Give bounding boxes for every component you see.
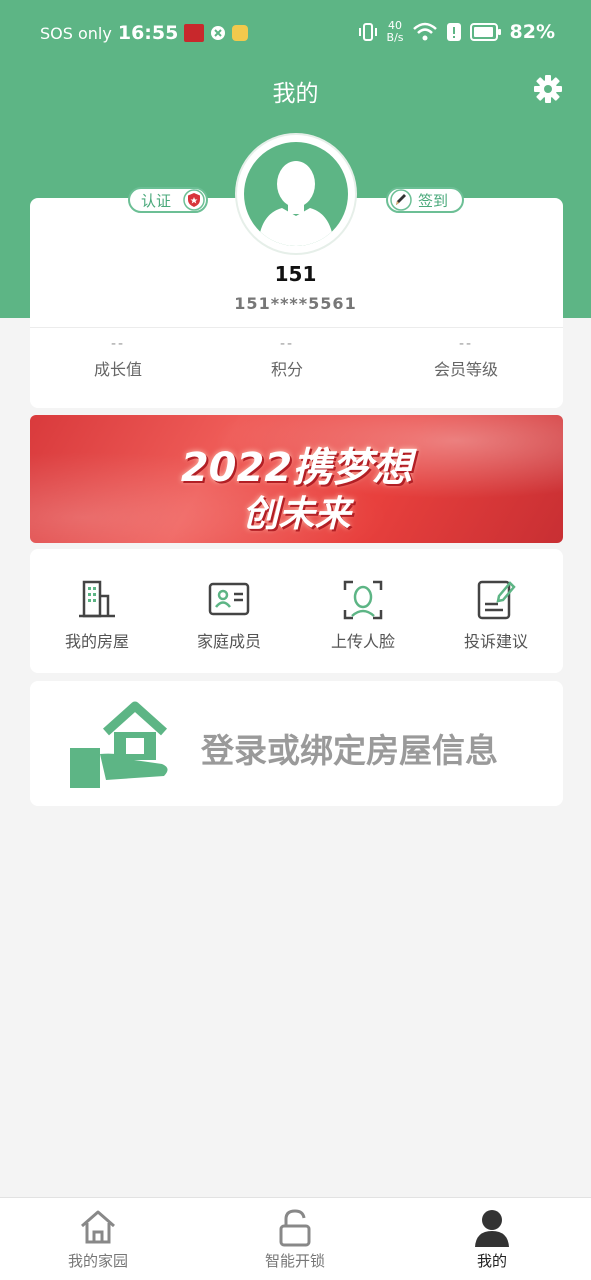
network-speed-unit: B/s (386, 31, 404, 44)
quick-label: 我的房屋 (64, 632, 129, 651)
stat-value: -- (279, 336, 295, 352)
stat-label: 会员等级 (433, 360, 498, 379)
bind-house-text: 登录或绑定房屋信息 (201, 731, 498, 770)
face-scan-icon (343, 580, 383, 620)
stat-value: -- (110, 336, 126, 352)
upload-face-button[interactable]: 上传人脸 (298, 578, 428, 652)
page-title: 我的 (272, 81, 319, 107)
avatar[interactable] (237, 135, 355, 253)
house-in-hand-icon (70, 701, 168, 788)
stat-label: 成长值 (93, 360, 142, 379)
banner-subheadline: 创未来 (242, 494, 351, 535)
quick-label: 家庭成员 (196, 632, 261, 651)
clock: 16:55 (117, 22, 179, 44)
carrier-text: SOS only (40, 23, 112, 43)
complaint-suggestion-button[interactable]: 投诉建议 (431, 578, 561, 652)
tab-label: 我的 (476, 1252, 507, 1270)
home-icon (81, 1210, 115, 1244)
family-members-button[interactable]: 家庭成员 (164, 578, 294, 652)
vibrate-icon (358, 23, 377, 41)
status-bar: SOS only 16:55 40 B/s 82% (0, 0, 591, 66)
tab-label: 智能开锁 (264, 1252, 325, 1270)
building-icon (79, 580, 115, 618)
certify-button[interactable]: 认证 (128, 187, 208, 213)
pencil-icon (390, 189, 412, 211)
tab-my-home[interactable]: 我的家园 (28, 1207, 168, 1271)
status-left: SOS only 16:55 (40, 22, 249, 44)
promo-banner[interactable]: 2022携梦想 创未来 (30, 415, 563, 543)
tab-label: 我的家园 (67, 1252, 128, 1270)
divider (30, 327, 563, 328)
quick-label: 投诉建议 (463, 632, 528, 651)
tab-mine[interactable]: 我的 (422, 1207, 562, 1271)
sign-in-button[interactable]: 签到 (386, 187, 464, 213)
quick-label: 上传人脸 (330, 632, 395, 651)
stat-label: 积分 (270, 360, 303, 379)
feedback-icon (477, 580, 516, 620)
tab-smart-unlock[interactable]: 智能开锁 (225, 1207, 365, 1271)
battery-level: 82% (509, 21, 555, 43)
news-app-icon (184, 24, 205, 42)
id-card-icon (208, 582, 250, 616)
alert-icon (446, 23, 461, 41)
stat-growth[interactable]: -- 成长值 (38, 336, 198, 380)
person-icon (475, 1210, 509, 1247)
title-bar: 我的 (0, 70, 591, 110)
shield-check-icon (211, 26, 226, 40)
phone-number: 151****5561 (234, 294, 357, 313)
sign-in-label: 签到 (418, 191, 449, 210)
chat-app-icon (232, 25, 249, 41)
default-avatar-icon (258, 161, 334, 246)
stat-member-level[interactable]: -- 会员等级 (386, 336, 546, 380)
status-right: 40 B/s 82% (357, 20, 555, 44)
stat-points[interactable]: -- 积分 (207, 336, 367, 380)
username: 151 (274, 262, 317, 286)
battery-icon (469, 23, 501, 41)
network-speed: 40 B/s (387, 20, 404, 44)
my-house-button[interactable]: 我的房屋 (32, 578, 162, 652)
stat-value: -- (458, 336, 474, 352)
avatar-image (244, 142, 348, 246)
gear-icon[interactable] (531, 72, 565, 106)
certify-label: 认证 (141, 191, 172, 210)
certified-badge-icon (183, 189, 205, 211)
wifi-icon (412, 22, 437, 41)
unlock-icon (279, 1209, 311, 1247)
